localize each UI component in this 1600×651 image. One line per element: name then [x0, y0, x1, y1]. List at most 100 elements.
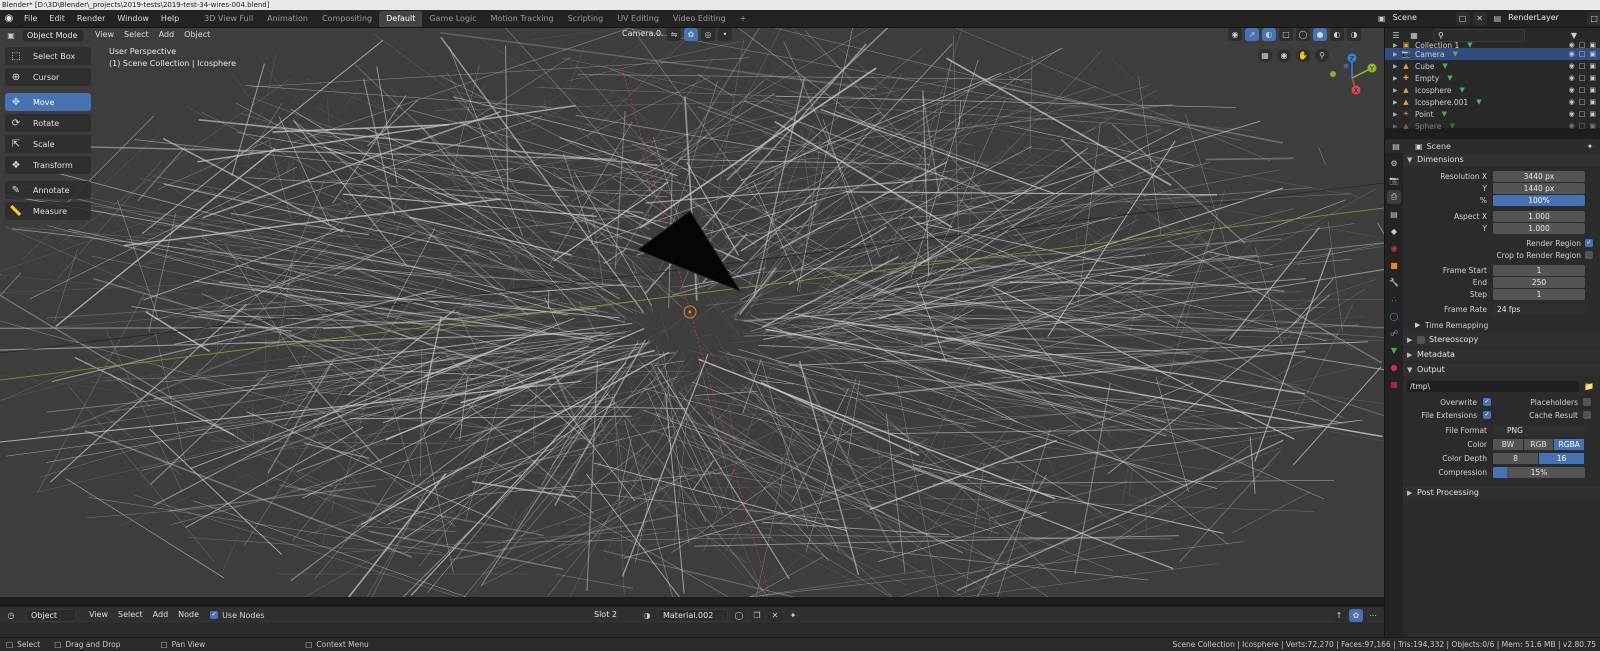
tool-settings-tab-icon[interactable]: ⚙: [1387, 156, 1401, 170]
fake-user-icon[interactable]: ◯: [732, 609, 746, 622]
constraints-tab-icon[interactable]: ☍: [1387, 326, 1401, 340]
outliner-item-sphere[interactable]: ▶ ▲ Sphere ▼ ◉ □ ▣: [1385, 120, 1600, 132]
visibility-icon[interactable]: ◉: [1228, 28, 1242, 41]
pin-icon[interactable]: ✦: [786, 609, 800, 622]
snap-icon[interactable]: ✿: [684, 28, 698, 41]
wireframe-shading-icon[interactable]: ◯: [1296, 28, 1310, 41]
viewport-menu-object[interactable]: Object: [179, 28, 215, 42]
viewport-visibility-icon[interactable]: □: [1579, 86, 1586, 94]
render-visibility-icon[interactable]: ▣: [1589, 122, 1596, 130]
placeholders-checkbox[interactable]: [1583, 398, 1591, 406]
material-name-field[interactable]: Material.002: [658, 609, 728, 622]
disclosure-icon[interactable]: ▶: [1393, 51, 1401, 58]
shader-editor-canvas[interactable]: [0, 623, 1384, 637]
resolution-y-field[interactable]: 1440 px: [1493, 182, 1585, 194]
pan-hand-icon[interactable]: ✋: [1296, 49, 1310, 62]
properties-editor-icon[interactable]: ▤: [1389, 140, 1403, 153]
compression-slider[interactable]: 15%: [1493, 466, 1585, 478]
tool-transform[interactable]: ❖ Transform: [5, 156, 91, 174]
resolution-x-field[interactable]: 3440 px: [1493, 170, 1585, 182]
outliner-item-empty[interactable]: ▶ ✚ Empty ▼ ◉ □ ▣: [1385, 72, 1600, 84]
post-processing-panel-header[interactable]: ▶ Post Processing: [1403, 486, 1600, 499]
view-layer-selector[interactable]: RenderLayer: [1504, 12, 1584, 25]
texture-tab-icon[interactable]: ▦: [1387, 377, 1401, 391]
solid-shading-icon[interactable]: ●: [1313, 28, 1327, 41]
tab-compositing[interactable]: Compositing: [315, 11, 379, 27]
color-bw-option[interactable]: BW: [1493, 438, 1524, 450]
tool-rotate[interactable]: ⟳ Rotate: [5, 114, 91, 132]
viewport-visibility-icon[interactable]: □: [1579, 50, 1586, 58]
outliner-item-cube[interactable]: ▶ ▲ Cube ▼ ◉ □ ▣: [1385, 60, 1600, 72]
depth-16-option[interactable]: 16: [1539, 452, 1585, 464]
render-visibility-icon[interactable]: ▣: [1589, 62, 1596, 70]
stereoscopy-panel-header[interactable]: ▶ Stereoscopy: [1403, 333, 1600, 346]
object-tab-icon[interactable]: ■: [1387, 258, 1401, 272]
eye-icon[interactable]: ◉: [1569, 74, 1575, 82]
parent-node-icon[interactable]: ↑: [1332, 609, 1346, 622]
viewport-visibility-icon[interactable]: □: [1579, 74, 1586, 82]
navigation-gizmo[interactable]: Z Y X: [1324, 50, 1380, 100]
eye-icon[interactable]: ◉: [1569, 86, 1575, 94]
outliner-editor-icon[interactable]: ☰: [1389, 29, 1403, 42]
blender-logo-icon[interactable]: ◉: [0, 13, 18, 24]
tab-3d-view-full[interactable]: 3D View Full: [197, 11, 260, 27]
disclosure-icon[interactable]: ▶: [1393, 123, 1401, 130]
grid-view-icon[interactable]: ▦: [1258, 49, 1272, 62]
camera-selector[interactable]: Camera.0...: [618, 28, 664, 41]
tool-scale[interactable]: ⇱ Scale: [5, 135, 91, 153]
render-visibility-icon[interactable]: ▣: [1589, 50, 1596, 58]
unlink-material-icon[interactable]: ✕: [768, 609, 782, 622]
particles-tab-icon[interactable]: ∴: [1387, 292, 1401, 306]
material-tab-icon[interactable]: ●: [1387, 360, 1401, 374]
outliner-item-point[interactable]: ▶ ☀ Point ▼ ◉ □ ▣: [1385, 108, 1600, 120]
overwrite-checkbox[interactable]: ✓: [1483, 398, 1491, 406]
tool-measure[interactable]: 📏 Measure: [5, 202, 91, 220]
tab-default[interactable]: Default: [379, 11, 423, 27]
viewport-visibility-icon[interactable]: □: [1579, 110, 1586, 118]
menu-window[interactable]: Window: [111, 10, 155, 28]
scene-browse-icon[interactable]: □: [1455, 12, 1470, 25]
tool-move[interactable]: ✥ Move: [5, 93, 91, 111]
shader-editor-type-icon[interactable]: ◷: [4, 609, 18, 622]
render-region-checkbox[interactable]: ✓: [1585, 239, 1593, 247]
scene-selector[interactable]: Scene: [1389, 12, 1453, 25]
crop-region-checkbox[interactable]: [1585, 251, 1593, 259]
use-nodes-checkbox[interactable]: ✓: [210, 611, 219, 619]
snap-node-icon[interactable]: ✿: [1349, 609, 1363, 622]
viewport-visibility-icon[interactable]: □: [1579, 62, 1586, 70]
file-format-dropdown[interactable]: PNG: [1493, 424, 1585, 436]
dimensions-panel-header[interactable]: ▼ Dimensions: [1403, 153, 1600, 166]
viewport-menu-select[interactable]: Select: [119, 28, 154, 42]
outliner-display-icon[interactable]: ▦: [1407, 29, 1421, 42]
slot-selector[interactable]: Slot 2: [590, 609, 636, 622]
disclosure-icon[interactable]: ▶: [1393, 87, 1401, 94]
render-visibility-icon[interactable]: ▣: [1589, 74, 1596, 82]
tool-annotate[interactable]: ✎ Annotate: [5, 181, 91, 199]
viewport-visibility-icon[interactable]: □: [1579, 122, 1586, 130]
shader-menu-select[interactable]: Select: [113, 608, 148, 622]
pivot-icon[interactable]: •: [718, 28, 732, 41]
properties-pin-icon[interactable]: ✦: [1583, 140, 1597, 153]
add-workspace-button[interactable]: +: [733, 11, 754, 27]
disclosure-icon[interactable]: ▶: [1393, 111, 1401, 118]
frame-rate-dropdown[interactable]: 24 fps: [1493, 303, 1585, 315]
resolution-percentage-field[interactable]: 100%: [1493, 194, 1585, 206]
color-rgb-option[interactable]: RGB: [1523, 438, 1555, 450]
data-tab-icon[interactable]: ▼: [1387, 343, 1401, 357]
depth-8-option[interactable]: 8: [1493, 452, 1539, 464]
frame-start-field[interactable]: 1: [1493, 264, 1585, 276]
eye-icon[interactable]: ◉: [1569, 98, 1575, 106]
tab-game-logic[interactable]: Game Logic: [422, 11, 483, 27]
output-tab-icon[interactable]: ⎙: [1387, 190, 1401, 204]
shader-type-selector[interactable]: Object: [26, 608, 76, 622]
menu-file[interactable]: File: [18, 10, 43, 28]
shader-menu-node[interactable]: Node: [173, 608, 204, 622]
shader-menu-add[interactable]: Add: [148, 608, 174, 622]
duplicate-material-icon[interactable]: ❐: [750, 609, 764, 622]
material-shading-icon[interactable]: ◐: [1330, 28, 1344, 41]
3d-viewport[interactable]: ▣ Object Mode View Select Add Object Cam…: [0, 28, 1384, 597]
eye-icon[interactable]: ◉: [1569, 62, 1575, 70]
world-tab-icon[interactable]: ◉: [1387, 241, 1401, 255]
tool-select-box[interactable]: ⬚ Select Box: [5, 47, 91, 65]
menu-help[interactable]: Help: [155, 10, 185, 28]
